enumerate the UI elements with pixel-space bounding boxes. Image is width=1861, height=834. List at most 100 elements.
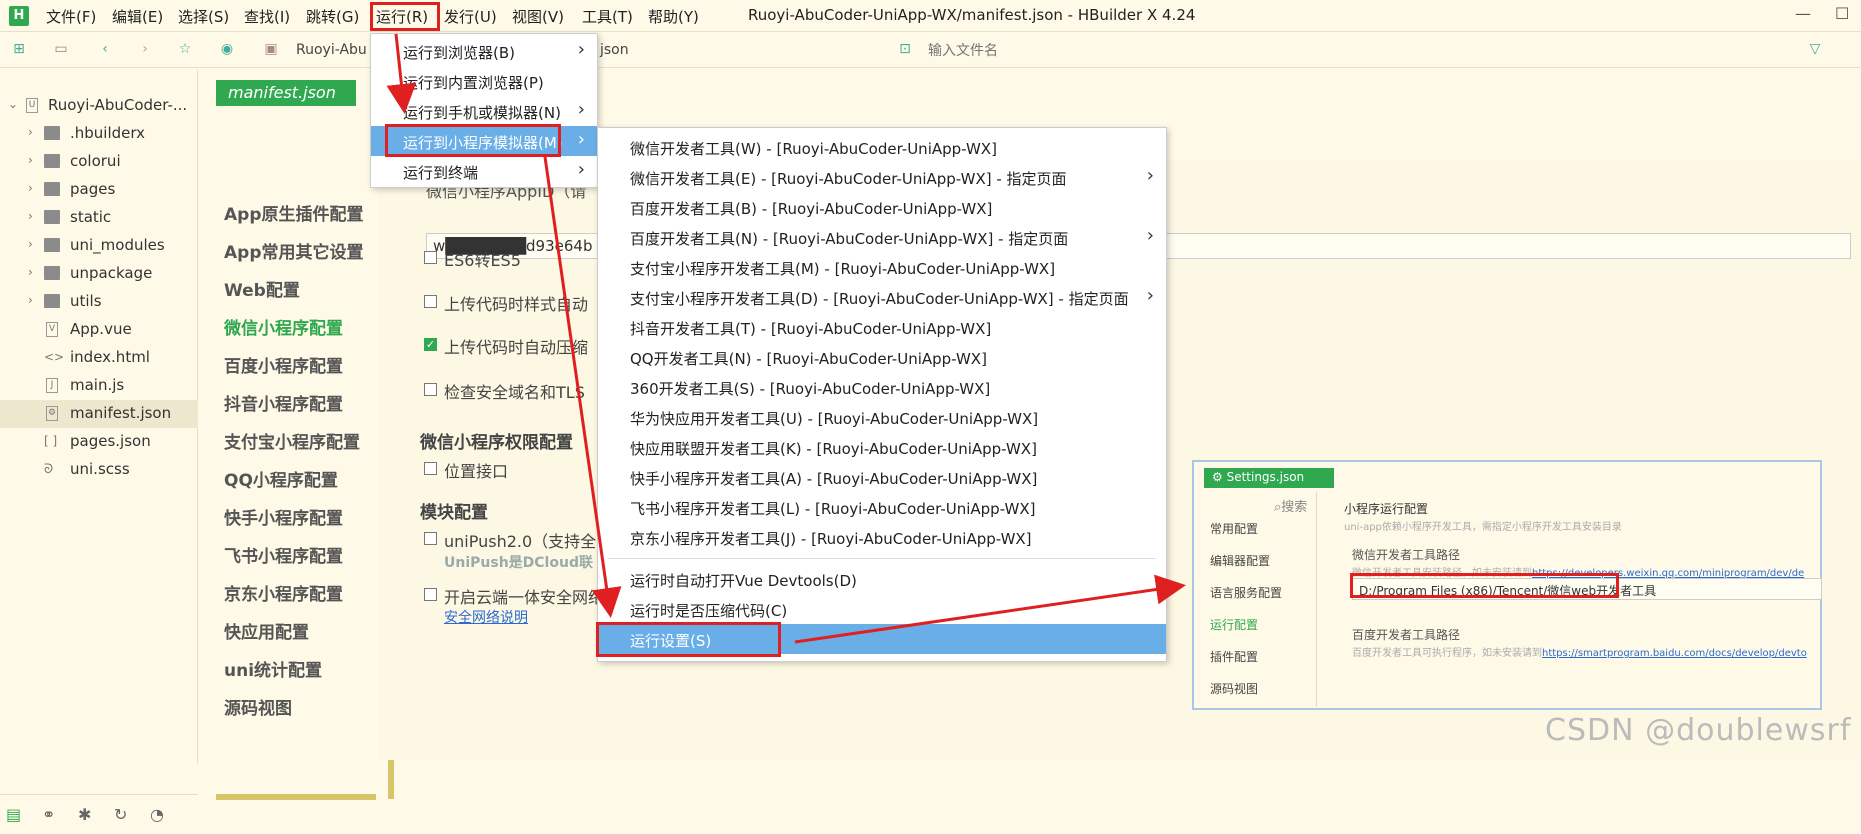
feishu-devtools[interactable]: 飞书小程序开发者工具(L) - [Ruoyi-AbuCoder-UniApp-W… [598, 492, 1166, 522]
refresh-icon[interactable]: ↻ [114, 805, 127, 824]
nav-alipay[interactable]: 支付宝小程序配置 [224, 428, 360, 453]
nav-app-native-plugins[interactable]: App原生插件配置 [224, 200, 364, 225]
minify-checkbox[interactable]: ✓ [424, 338, 437, 351]
menu-publish[interactable]: 发行(U) [444, 6, 497, 27]
unipush-checkbox[interactable] [424, 532, 437, 545]
tree-file-index-html[interactable]: <> index.html [0, 344, 198, 372]
security-link[interactable]: 安全网络说明 [444, 607, 528, 627]
tree-file-pages-json[interactable]: [ ] pages.json [0, 428, 198, 456]
palette-icon[interactable]: ◔ [150, 805, 164, 824]
baidu-devtools[interactable]: 百度开发者工具(B) - [Ruoyi-AbuCoder-UniApp-WX] [598, 192, 1166, 222]
nav-qq[interactable]: QQ小程序配置 [224, 466, 338, 491]
nav-douyin[interactable]: 抖音小程序配置 [224, 390, 343, 415]
menu-edit[interactable]: 编辑(E) [112, 6, 163, 27]
douyin-devtools[interactable]: 抖音开发者工具(T) - [Ruoyi-AbuCoder-UniApp-WX] [598, 312, 1166, 342]
run-icon[interactable]: ◉ [218, 40, 236, 58]
plugins-icon[interactable]: ⚭ [42, 805, 55, 824]
run-to-browser[interactable]: 运行到浏览器(B) › [371, 36, 597, 66]
settings-nav-source[interactable]: 源码视图 [1210, 680, 1258, 697]
quickapp-devtools[interactable]: 快应用联盟开发者工具(K) - [Ruoyi-AbuCoder-UniApp-W… [598, 432, 1166, 462]
chevron-right-icon[interactable]: › [28, 181, 33, 195]
tree-file-app-vue[interactable]: V App.vue [0, 316, 198, 344]
chevron-right-icon[interactable]: › [28, 293, 33, 307]
chevron-right-icon[interactable]: › [28, 125, 33, 139]
settings-nav-common[interactable]: 常用配置 [1210, 520, 1258, 537]
new-file-icon[interactable]: ⊞ [10, 40, 28, 58]
tree-folder-utils[interactable]: › utils [0, 288, 198, 316]
alipay-devtools[interactable]: 支付宝小程序开发者工具(M) - [Ruoyi-AbuCoder-UniApp-… [598, 252, 1166, 282]
tab-manifest-json[interactable]: manifest.json [216, 80, 356, 106]
settings-nav-run[interactable]: 运行配置 [1210, 616, 1258, 633]
tree-file-uni-scss[interactable]: ᘐ uni.scss [0, 456, 198, 484]
maximize-icon[interactable]: ☐ [1835, 4, 1849, 23]
tree-folder-uni-modules[interactable]: › uni_modules [0, 232, 198, 260]
back-icon[interactable]: ‹ [96, 40, 114, 58]
wx-devtools-page[interactable]: 微信开发者工具(E) - [Ruoyi-AbuCoder-UniApp-WX] … [598, 162, 1166, 192]
compress-code-toggle[interactable]: 运行时是否压缩代码(C) [598, 594, 1166, 624]
security-checkbox[interactable] [424, 588, 437, 601]
tree-folder-colorui[interactable]: › colorui [0, 148, 198, 176]
run-to-terminal[interactable]: 运行到终端 › [371, 156, 597, 186]
menu-file[interactable]: 文件(F) [46, 6, 96, 27]
chevron-right-icon[interactable]: › [28, 153, 33, 167]
menu-select[interactable]: 选择(S) [178, 6, 229, 27]
nav-jd[interactable]: 京东小程序配置 [224, 580, 343, 605]
chevron-right-icon[interactable]: › [28, 265, 33, 279]
360-devtools[interactable]: 360开发者工具(S) - [Ruoyi-AbuCoder-UniApp-WX] [598, 372, 1166, 402]
tree-file-main-js[interactable]: Jmain.js [0, 372, 198, 400]
tree-file-manifest-json[interactable]: ⚙ manifest.json [0, 400, 198, 428]
nav-web[interactable]: Web配置 [224, 276, 300, 301]
nav-quickapp[interactable]: 快应用配置 [224, 618, 309, 643]
save-icon[interactable]: ▭ [52, 40, 70, 58]
chevron-right-icon[interactable]: › [28, 237, 33, 251]
nav-weixin[interactable]: 微信小程序配置 [224, 314, 343, 339]
kuaishou-devtools[interactable]: 快手小程序开发者工具(A) - [Ruoyi-AbuCoder-UniApp-W… [598, 462, 1166, 492]
settings-nav-editor[interactable]: 编辑器配置 [1210, 552, 1270, 569]
style-autofix-checkbox[interactable] [424, 295, 437, 308]
vue-devtools-toggle[interactable]: 运行时自动打开Vue Devtools(D) [598, 564, 1166, 594]
nav-feishu[interactable]: 飞书小程序配置 [224, 542, 343, 567]
menu-tools[interactable]: 工具(T) [582, 6, 633, 27]
nav-kuaishou[interactable]: 快手小程序配置 [224, 504, 343, 529]
baidu-download-link[interactable]: https://smartprogram.baidu.com/docs/deve… [1542, 648, 1807, 659]
location-checkbox[interactable] [424, 462, 437, 475]
run-to-phone[interactable]: 运行到手机或模拟器(N) › [371, 96, 597, 126]
breadcrumb-project[interactable]: Ruoyi-Abu [296, 42, 367, 58]
baidu-devtools-page[interactable]: 百度开发者工具(N) - [Ruoyi-AbuCoder-UniApp-WX] … [598, 222, 1166, 252]
tree-root[interactable]: ⌄ U Ruoyi-AbuCoder-... [0, 92, 198, 120]
qq-devtools[interactable]: QQ开发者工具(N) - [Ruoyi-AbuCoder-UniApp-WX] [598, 342, 1166, 372]
tree-folder-static[interactable]: › static [0, 204, 198, 232]
settings-nav-plugins[interactable]: 插件配置 [1210, 648, 1258, 665]
nav-baidu[interactable]: 百度小程序配置 [224, 352, 343, 377]
nav-h-scrollbar[interactable] [216, 794, 376, 800]
run-to-builtin-browser[interactable]: 运行到内置浏览器(P) [371, 66, 597, 96]
chevron-down-icon[interactable]: ⌄ [8, 97, 18, 111]
project-manager-icon[interactable]: ▤ [6, 805, 21, 824]
minimize-icon[interactable]: — [1795, 4, 1811, 23]
jd-devtools[interactable]: 京东小程序开发者工具(J) - [Ruoyi-AbuCoder-UniApp-W… [598, 522, 1166, 552]
forward-icon[interactable]: › [136, 40, 154, 58]
menu-view[interactable]: 视图(V) [512, 6, 564, 27]
settings-nav-language[interactable]: 语言服务配置 [1210, 584, 1282, 601]
alipay-devtools-page[interactable]: 支付宝小程序开发者工具(D) - [Ruoyi-AbuCoder-UniApp-… [598, 282, 1166, 312]
tree-folder-pages[interactable]: › pages [0, 176, 198, 204]
tls-checkbox[interactable] [424, 383, 437, 396]
menu-goto[interactable]: 跳转(G) [306, 6, 359, 27]
menu-help[interactable]: 帮助(Y) [648, 6, 699, 27]
menu-find[interactable]: 查找(I) [244, 6, 290, 27]
star-icon[interactable]: ☆ [176, 40, 194, 58]
filename-filter-input[interactable] [928, 42, 1328, 58]
settings-tab[interactable]: ⚙ Settings.json [1204, 468, 1334, 488]
huawei-devtools[interactable]: 华为快应用开发者工具(U) - [Ruoyi-AbuCoder-UniApp-W… [598, 402, 1166, 432]
tree-folder-hbuilderx[interactable]: › .hbuilderx [0, 120, 198, 148]
nav-app-other[interactable]: App常用其它设置 [224, 238, 364, 263]
settings-search[interactable]: ⌕搜索 [1274, 496, 1307, 515]
breadcrumb-file[interactable]: json [600, 42, 629, 58]
chevron-right-icon[interactable]: › [28, 209, 33, 223]
bug-icon[interactable]: ✱ [78, 805, 91, 824]
nav-source-view[interactable]: 源码视图 [224, 694, 292, 719]
tree-folder-unpackage[interactable]: › unpackage [0, 260, 198, 288]
filter-icon[interactable]: ▽ [1806, 40, 1824, 58]
nav-uni-stat[interactable]: uni统计配置 [224, 656, 322, 681]
es6-checkbox[interactable] [424, 251, 437, 264]
